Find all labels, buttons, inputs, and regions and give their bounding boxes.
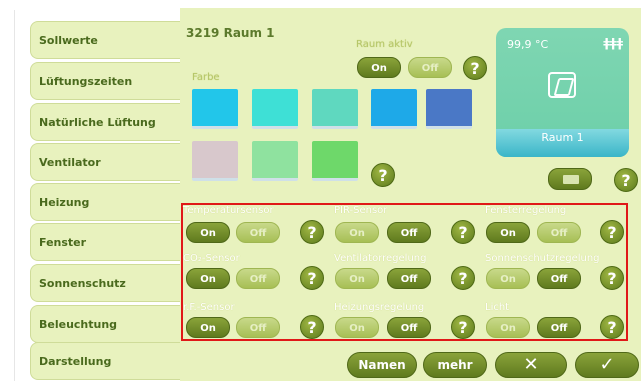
pir-off-button[interactable]: Off [387,222,431,243]
color-swatch[interactable] [192,89,238,129]
pir-on-button[interactable]: On [335,222,379,243]
heizungsregelung-help-button[interactable]: ? [451,315,475,339]
farbe-help-button[interactable]: ? [371,163,395,187]
ventilatorregelung-on-button[interactable]: On [335,268,379,289]
tab-beleuchtung[interactable]: Beleuchtung [30,305,180,343]
rf-help-button[interactable]: ? [300,315,324,339]
sensor-label-sonnenschutzregelung: Sonnenschutzregelung [485,253,600,264]
color-swatch[interactable] [312,141,358,181]
tab-darstellung[interactable]: Darstellung [30,342,180,380]
co2-help-button[interactable]: ? [300,266,324,290]
heizungsregelung-on-button[interactable]: On [335,317,379,338]
sensor-label-temperatursensor: Temperatursensor [183,205,274,216]
pir-help-button[interactable]: ? [451,220,475,244]
rf-on-button[interactable]: On [186,317,230,338]
tab-sollwerte[interactable]: Sollwerte [30,21,180,59]
people-icon: ǂǂǂ [603,36,623,50]
cancel-button[interactable]: ✕ [495,352,567,378]
keyboard-icon [563,175,579,184]
ventilatorregelung-off-button[interactable]: Off [387,268,431,289]
temperatursensor-on-button[interactable]: On [186,222,230,243]
room-preview: 99,9 °C ǂǂǂ Raum 1 [496,28,629,157]
fensterregelung-off-button[interactable]: Off [537,222,581,243]
tab-sonnenschutz[interactable]: Sonnenschutz [30,264,180,302]
heizungsregelung-off-button[interactable]: Off [387,317,431,338]
sonnenschutzregelung-on-button[interactable]: On [486,268,530,289]
left-divider [14,10,15,381]
tab-ventilator[interactable]: Ventilator [30,143,180,181]
sensor-label-rf: r.F.-Sensor [183,302,235,313]
page-title: 3219 Raum 1 [186,26,275,40]
window-icon [548,72,576,98]
color-swatch[interactable] [252,89,298,129]
raum-aktiv-on-button[interactable]: On [357,57,401,78]
sensor-label-co2: CO₂-Sensor [183,253,240,264]
fensterregelung-help-button[interactable]: ? [600,220,624,244]
namen-button[interactable]: Namen [347,352,417,378]
confirm-button[interactable]: ✓ [575,352,639,378]
raum-aktiv-label: Raum aktiv [356,39,413,50]
tab-natuerliche-lueftung[interactable]: Natürliche Lüftung [30,103,180,141]
farbe-label: Farbe [192,72,220,83]
room-temperature: 99,9 °C [507,38,549,51]
licht-help-button[interactable]: ? [600,315,624,339]
close-icon: ✕ [523,354,539,375]
color-swatch[interactable] [312,89,358,129]
keyboard-button[interactable] [548,168,592,190]
mehr-button[interactable]: mehr [423,352,487,378]
sensor-label-pir: PIR-Sensor [334,205,388,216]
preview-help-button[interactable]: ? [614,168,638,192]
sonnenschutzregelung-help-button[interactable]: ? [600,266,624,290]
sensor-label-ventilatorregelung: Ventilatorregelung [334,253,427,264]
color-swatch[interactable] [192,141,238,181]
color-swatch[interactable] [426,89,472,129]
rf-off-button[interactable]: Off [236,317,280,338]
sensor-label-fensterregelung: Fensterregelung [485,205,567,216]
sonnenschutzregelung-off-button[interactable]: Off [537,268,581,289]
co2-off-button[interactable]: Off [236,268,280,289]
temperatursensor-off-button[interactable]: Off [236,222,280,243]
raum-aktiv-help-button[interactable]: ? [463,56,487,80]
ventilatorregelung-help-button[interactable]: ? [451,266,475,290]
left-margin [0,0,14,381]
tab-lueftungszeiten[interactable]: Lüftungszeiten [30,62,180,100]
tab-heizung[interactable]: Heizung [30,183,180,221]
temperatursensor-help-button[interactable]: ? [300,220,324,244]
tab-fenster[interactable]: Fenster [30,223,180,261]
fensterregelung-on-button[interactable]: On [486,222,530,243]
color-swatch[interactable] [371,89,417,129]
co2-on-button[interactable]: On [186,268,230,289]
color-swatch[interactable] [252,141,298,181]
licht-on-button[interactable]: On [486,317,530,338]
licht-off-button[interactable]: Off [537,317,581,338]
raum-aktiv-off-button[interactable]: Off [408,57,452,78]
sensor-label-licht: Licht [485,302,510,313]
checkmark-icon: ✓ [599,354,615,375]
room-name: Raum 1 [541,131,584,144]
sensor-label-heizungsregelung: Heizungsregelung [334,302,425,313]
